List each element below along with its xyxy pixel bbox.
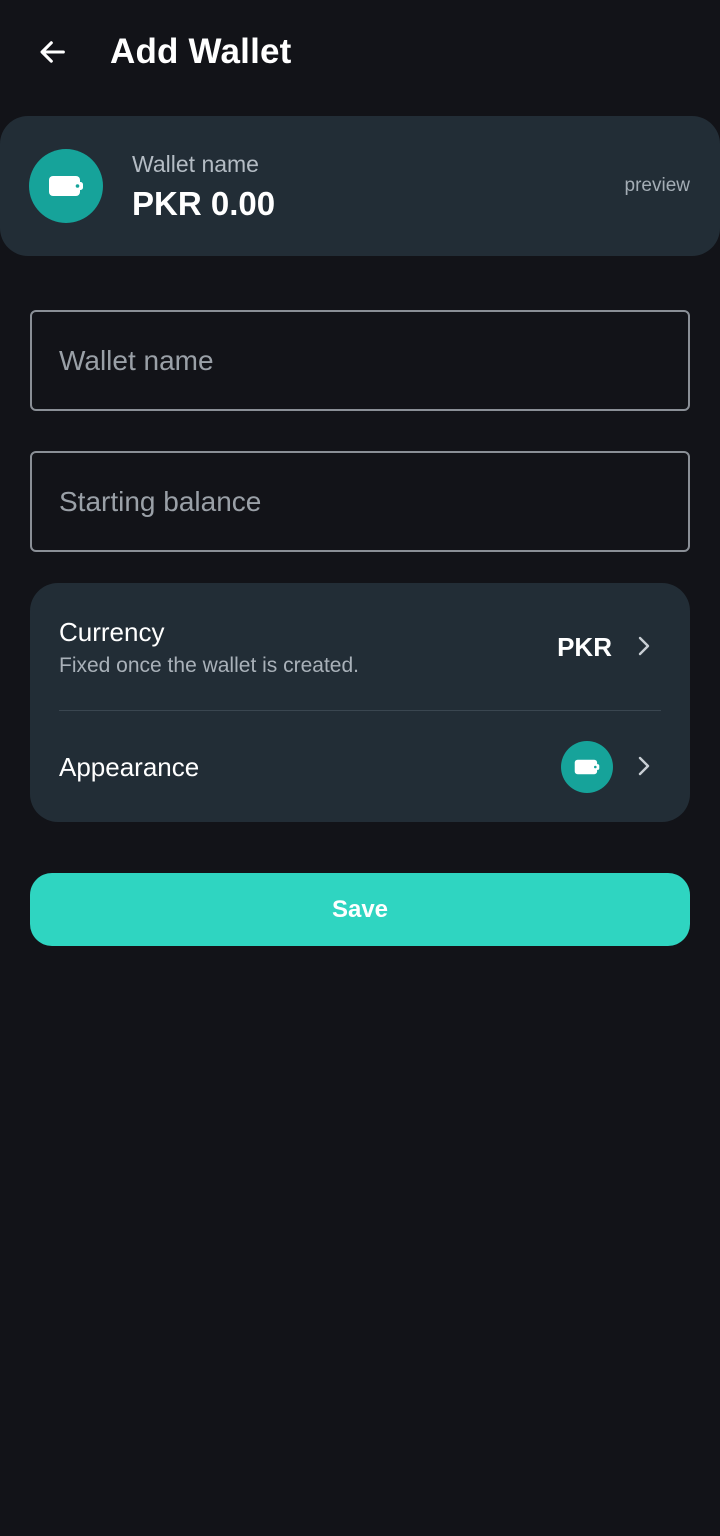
preview-wallet-balance: PKR 0.00	[132, 185, 276, 222]
appearance-label: Appearance	[59, 752, 200, 782]
currency-label: Currency	[59, 617, 165, 647]
currency-value: PKR	[557, 632, 612, 662]
save-button[interactable]: Save	[30, 873, 690, 946]
chevron-right-icon	[634, 754, 654, 778]
page-title: Add Wallet	[110, 32, 292, 71]
preview-avatar	[29, 149, 103, 223]
starting-balance-field	[30, 451, 690, 552]
back-button[interactable]	[26, 26, 78, 78]
wallet-name-input[interactable]	[32, 312, 688, 409]
currency-row[interactable]: Currency Fixed once the wallet is create…	[30, 583, 690, 711]
wallet-icon	[574, 759, 600, 775]
chevron-right-icon	[634, 634, 654, 658]
preview-wallet-name: Wallet name	[132, 151, 259, 177]
appearance-swatch	[561, 741, 613, 793]
add-wallet-screen: Add Wallet Wallet name PKR 0.00 preview …	[0, 0, 720, 1536]
appearance-row[interactable]: Appearance	[30, 711, 690, 822]
top-app-bar: Add Wallet	[0, 0, 720, 104]
starting-balance-input[interactable]	[32, 453, 688, 550]
wallet-settings-card: Currency Fixed once the wallet is create…	[30, 583, 690, 822]
preview-label: preview	[624, 175, 690, 196]
wallet-icon	[49, 176, 83, 196]
wallet-name-field	[30, 310, 690, 411]
wallet-preview-card: Wallet name PKR 0.00 preview	[0, 116, 720, 256]
currency-hint: Fixed once the wallet is created.	[59, 654, 359, 677]
arrow-left-icon	[40, 41, 65, 63]
